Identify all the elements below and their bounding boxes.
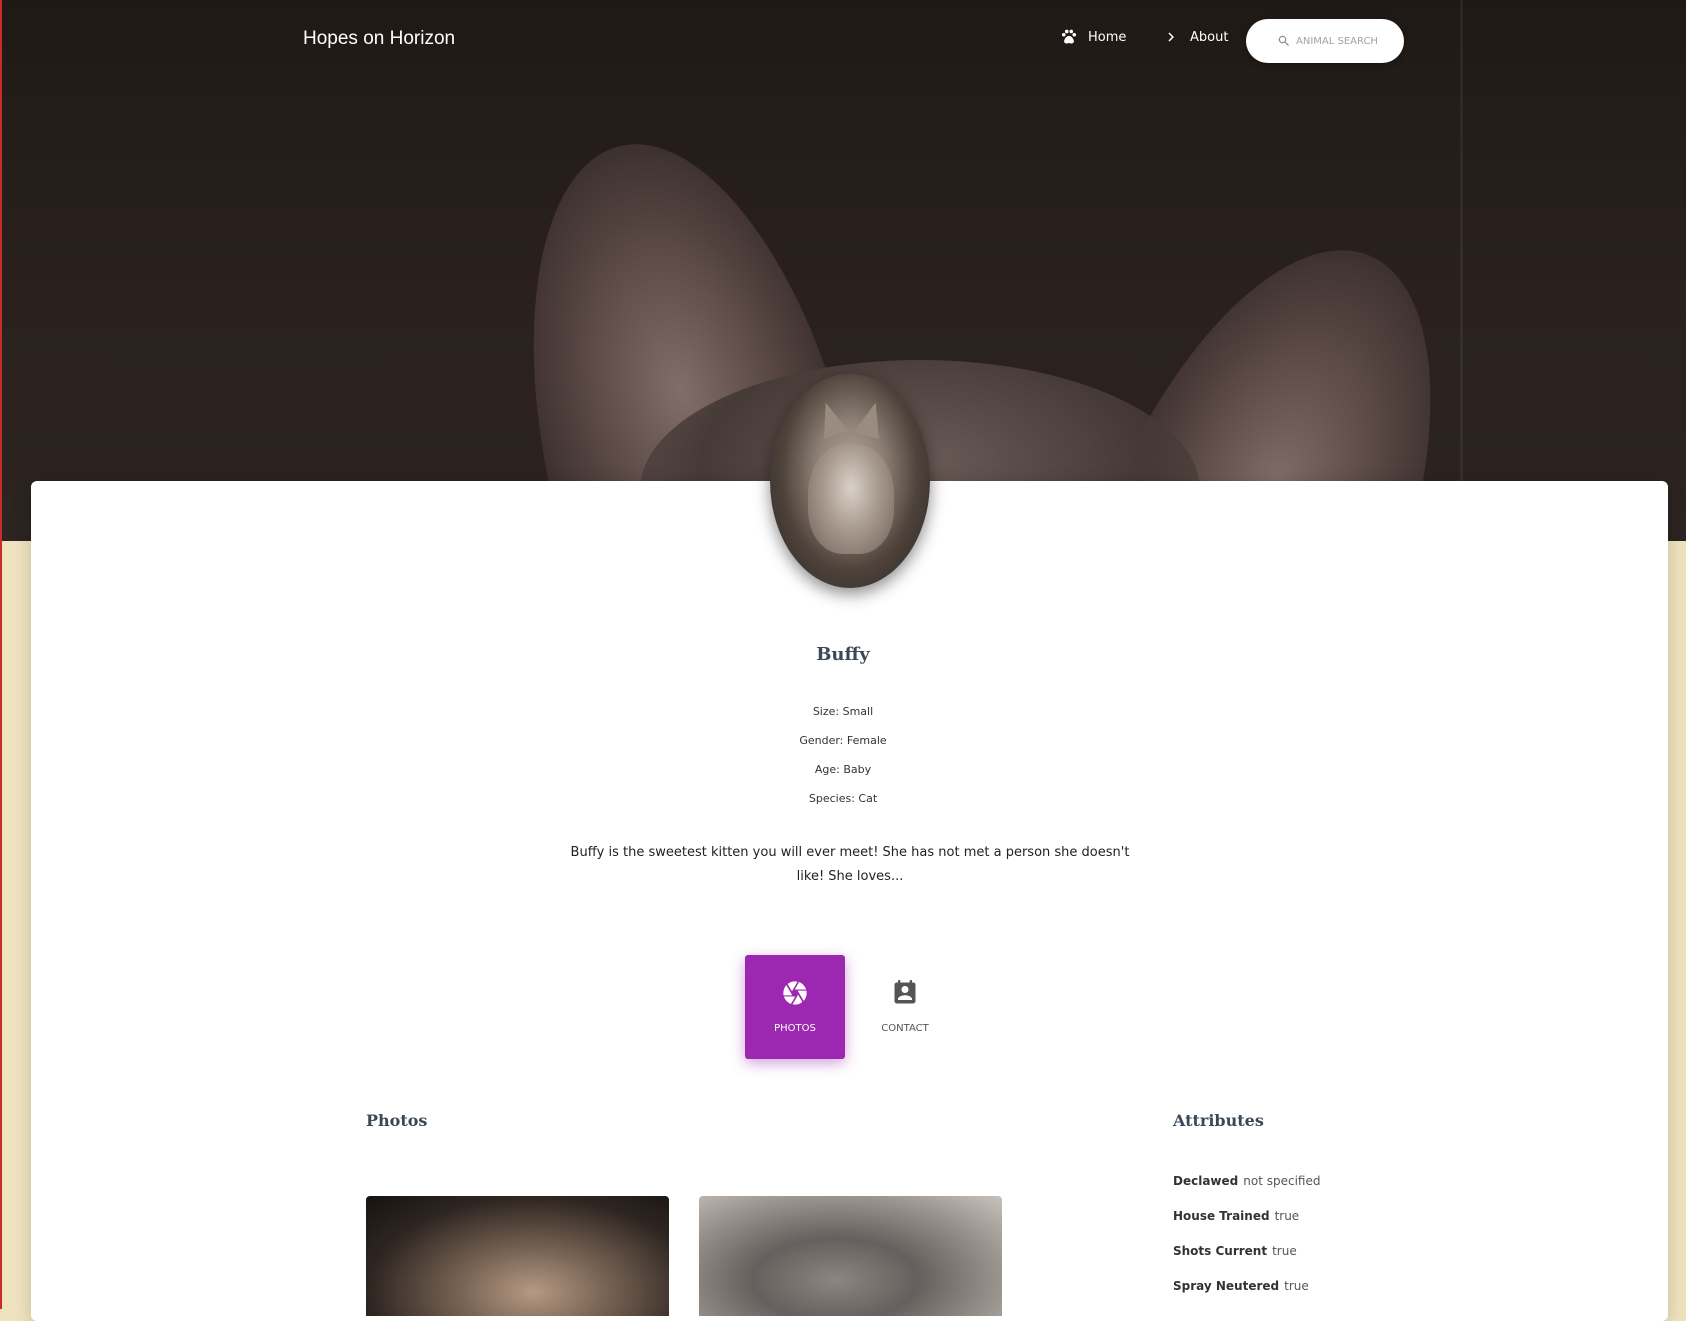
pet-description-line-2: like! She loves... xyxy=(796,869,904,884)
attribute-key: House Trained xyxy=(1173,1209,1270,1223)
nav-about-link[interactable]: About xyxy=(1162,28,1228,46)
tab-photos[interactable]: PHOTOS xyxy=(745,955,845,1059)
attributes-section-title: Attributes xyxy=(1173,1111,1264,1130)
attribute-key: Shots Current xyxy=(1173,1244,1268,1258)
attribute-row-declawed: Declawed not specified xyxy=(1173,1174,1320,1209)
pet-avatar xyxy=(770,374,930,588)
avatar-kitten-ear-left xyxy=(813,398,849,440)
page-edge-accent xyxy=(0,0,2,1309)
paw-icon xyxy=(1061,29,1077,44)
photos-section-title: Photos xyxy=(366,1111,428,1130)
pet-description-line-1: Buffy is the sweetest kitten you will ev… xyxy=(570,845,1130,860)
pet-profile-card xyxy=(31,481,1668,1321)
attribute-row-house-trained: House Trained true xyxy=(1173,1209,1320,1244)
hero-background-seam xyxy=(1460,0,1463,541)
tab-contact[interactable]: CONTACT xyxy=(855,955,955,1059)
search-icon xyxy=(1278,35,1289,46)
fact-species: Species: Cat xyxy=(808,792,878,805)
animal-search-input[interactable] xyxy=(1294,34,1398,48)
tab-contact-label: CONTACT xyxy=(881,1023,929,1034)
attribute-value: true xyxy=(1284,1279,1309,1293)
attribute-key: Spray Neutered xyxy=(1173,1279,1280,1293)
tab-photos-label: PHOTOS xyxy=(774,1023,816,1034)
pet-photo-thumbnail[interactable] xyxy=(366,1196,669,1316)
attribute-value: true xyxy=(1272,1244,1297,1258)
animal-search-box[interactable] xyxy=(1246,19,1404,63)
camera-aperture-icon xyxy=(783,981,807,1005)
attribute-key: Declawed xyxy=(1173,1174,1239,1188)
avatar-kitten-body xyxy=(808,444,894,554)
nav-home-label: Home xyxy=(1088,29,1127,45)
pet-facts-list: Size: Small Gender: Female Age: Baby Spe… xyxy=(0,703,1686,819)
nav-home-link[interactable]: Home xyxy=(1060,28,1126,46)
pet-name: Buffy xyxy=(816,644,870,665)
avatar-kitten-ear-right xyxy=(853,399,889,439)
fact-size: Size: Small xyxy=(812,705,874,718)
chevron-right-icon xyxy=(1168,32,1174,42)
attribute-row-shots-current: Shots Current true xyxy=(1173,1244,1320,1279)
contact-card-icon xyxy=(894,980,916,1004)
pet-photo-thumbnail[interactable] xyxy=(699,1196,1002,1316)
fact-age: Age: Baby xyxy=(814,763,872,776)
fact-gender: Gender: Female xyxy=(799,734,887,747)
brand-title[interactable]: Hopes on Horizon xyxy=(303,28,455,50)
attribute-value: true xyxy=(1274,1209,1300,1223)
attribute-value: not specified xyxy=(1243,1174,1321,1188)
attributes-list: Declawed not specified House Trained true … xyxy=(1173,1174,1320,1314)
pet-description: Buffy is the sweetest kitten you will ev… xyxy=(570,841,1130,889)
nav-about-label: About xyxy=(1190,29,1229,45)
